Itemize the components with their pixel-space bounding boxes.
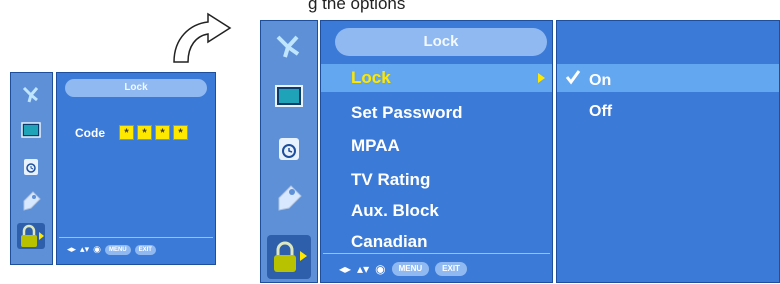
code-digit-4[interactable]: *: [173, 125, 188, 140]
menu-button[interactable]: MENU: [391, 262, 430, 276]
menu-button[interactable]: MENU: [104, 244, 131, 255]
satellite-dish-icon[interactable]: [271, 29, 307, 63]
large-lock-menu: Lock Lock Set Password MPAA TV Rating Au…: [320, 20, 553, 283]
padlock-icon[interactable]: [267, 235, 311, 279]
screen-icon[interactable]: [17, 117, 45, 143]
large-footer-divider: [323, 253, 550, 254]
option-off[interactable]: Off: [589, 103, 612, 121]
small-panel-title: Lock: [65, 79, 207, 97]
submenu-arrow-icon: [538, 73, 545, 83]
menu-item-aux-block[interactable]: Aux. Block: [351, 201, 439, 221]
checkmark-icon: [565, 70, 581, 85]
code-digit-2[interactable]: *: [137, 125, 152, 140]
curved-arrow-icon: [173, 12, 232, 63]
clock-icon[interactable]: [271, 131, 307, 165]
satellite-dish-icon[interactable]: [17, 81, 45, 107]
menu-item-mpaa[interactable]: MPAA: [351, 136, 400, 156]
tag-icon[interactable]: [271, 181, 307, 215]
left-right-arrows-icon: ◂▸: [67, 244, 77, 254]
up-down-arrows-icon: ▴▾: [357, 262, 370, 276]
menu-item-lock[interactable]: Lock: [351, 68, 391, 88]
padlock-icon[interactable]: [17, 223, 45, 249]
ok-icon: ◉: [375, 262, 386, 276]
ok-icon: ◉: [93, 244, 101, 254]
small-footer: ◂▸ ▴▾ ◉ MENU EXIT: [67, 244, 156, 255]
small-footer-divider: [59, 237, 213, 238]
menu-item-canadian[interactable]: Canadian: [351, 232, 428, 252]
left-right-arrows-icon: ◂▸: [339, 262, 352, 276]
screen-icon[interactable]: [271, 79, 307, 113]
lock-menu-title: Lock: [335, 28, 547, 56]
code-label: Code: [75, 126, 105, 140]
caption-text: g the options: [308, 0, 406, 13]
exit-button[interactable]: EXIT: [435, 262, 467, 276]
small-lock-panel: Lock Code * * * * ◂▸ ▴▾ ◉ MENU EXIT: [56, 72, 216, 265]
up-down-arrows-icon: ▴▾: [80, 244, 90, 254]
small-sidebar: [10, 72, 53, 265]
menu-item-set-password[interactable]: Set Password: [351, 103, 463, 123]
large-footer: ◂▸ ▴▾ ◉ MENU EXIT: [339, 262, 467, 276]
tag-icon[interactable]: [17, 188, 45, 214]
clock-icon[interactable]: [17, 153, 45, 179]
menu-item-tv-rating[interactable]: TV Rating: [351, 170, 430, 190]
large-sidebar: [260, 20, 318, 283]
code-digit-3[interactable]: *: [155, 125, 170, 140]
code-digit-1[interactable]: *: [119, 125, 134, 140]
exit-button[interactable]: EXIT: [134, 244, 156, 255]
lock-submenu: On Off: [556, 20, 780, 283]
option-on[interactable]: On: [589, 72, 611, 90]
